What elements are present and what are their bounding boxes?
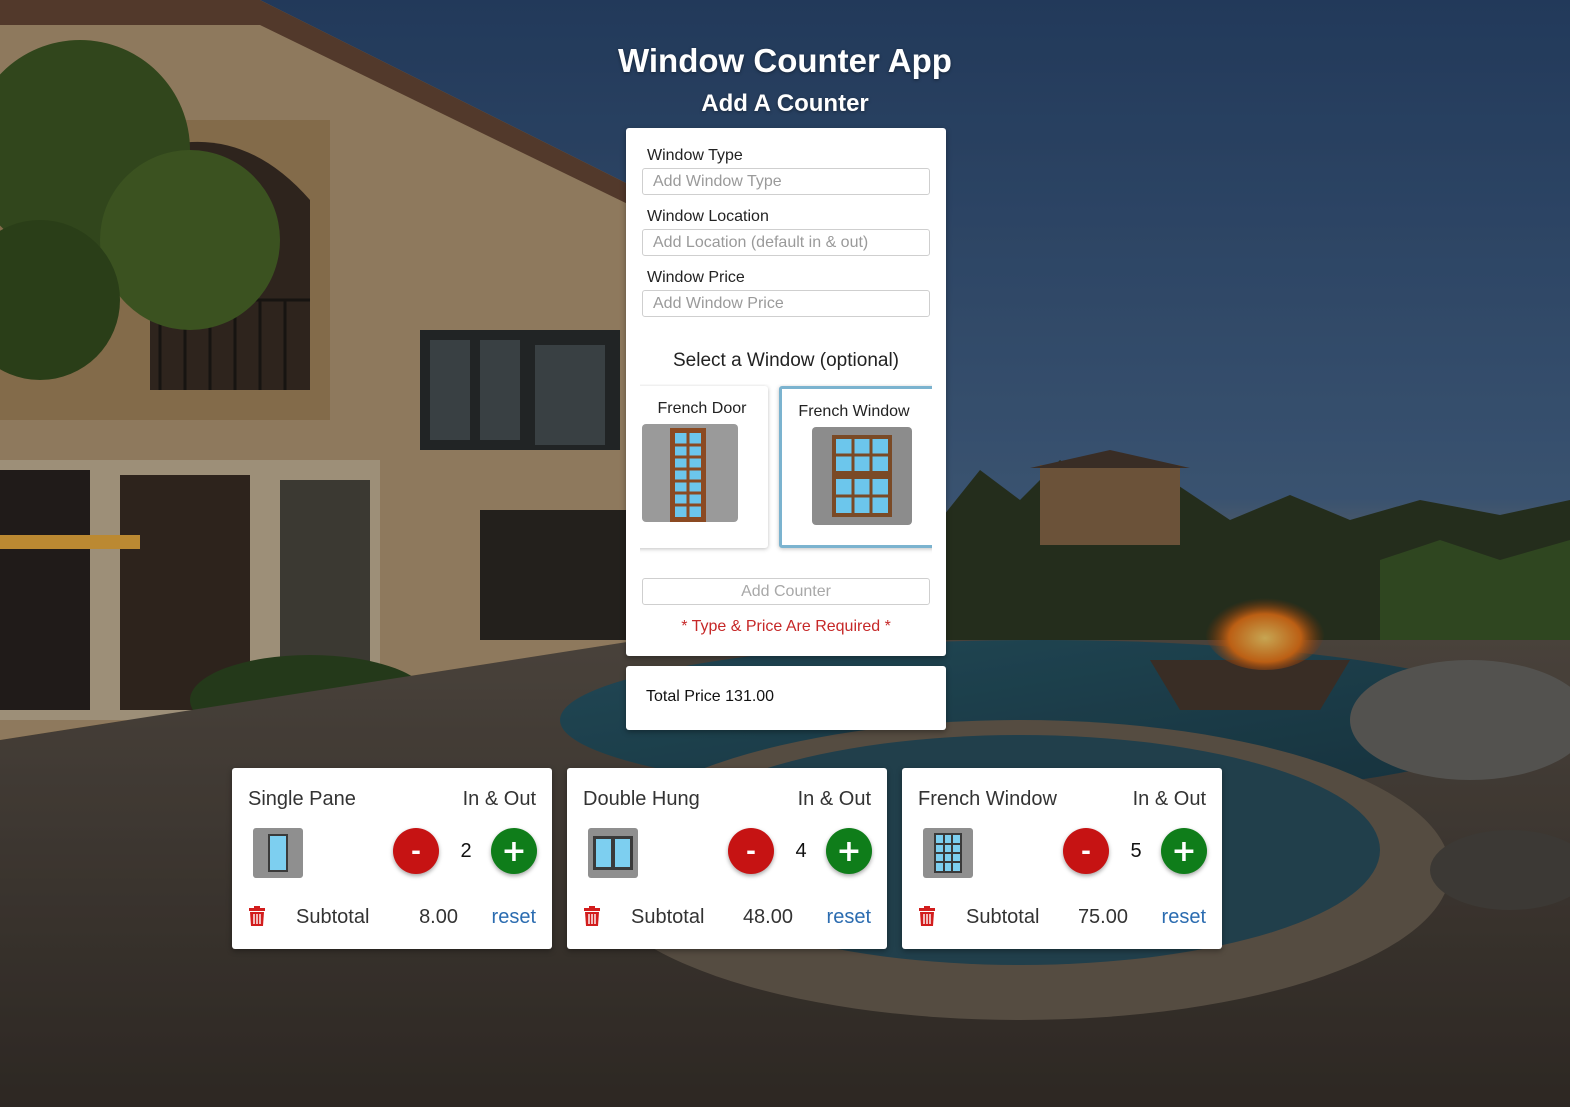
window-price-input[interactable] [642,290,930,317]
window-option-french-door[interactable]: French Door [640,386,768,548]
subtotal-label: Subtotal [631,906,705,928]
decrement-button[interactable]: - [1063,828,1109,874]
trash-icon[interactable] [248,906,266,931]
counter-type: Double Hung [583,788,700,810]
reset-link[interactable]: reset [492,906,536,929]
reset-link[interactable]: reset [1162,906,1206,929]
add-counter-form: Window Type Window Location Window Price… [626,128,946,656]
double-hung-icon [588,828,638,883]
window-location-label: Window Location [647,208,769,225]
counter-value: 4 [795,840,807,862]
single-pane-icon [253,828,303,883]
select-window-title: Select a Window (optional) [673,350,899,371]
subtotal-value: 8.00 [419,906,458,928]
french-door-icon [642,424,738,527]
window-option-french-window[interactable]: French Window [779,386,932,548]
counter-value: 5 [1130,840,1142,862]
trash-icon[interactable] [918,906,936,931]
counter-location: In & Out [1132,788,1206,810]
decrement-button[interactable]: - [728,828,774,874]
total-price: Total Price 131.00 [646,688,775,705]
counter-location: In & Out [797,788,871,810]
reset-link[interactable]: reset [827,906,871,929]
window-type-label: Window Type [647,147,743,164]
window-location-input[interactable] [642,229,930,256]
french-window-icon [812,427,912,530]
counter-card-single-pane: Single Pane In & Out - 2 + Subtotal 8.00… [232,768,552,949]
french-window-icon [923,828,973,883]
window-carousel[interactable]: French Door French Window [640,384,932,554]
counter-location: In & Out [462,788,536,810]
app-title: Window Counter App [618,42,952,79]
required-message: * Type & Price Are Required * [681,618,891,635]
counter-card-french-window: French Window In & Out - 5 + Subtotal 75… [902,768,1222,949]
subtotal-value: 75.00 [1077,906,1128,928]
increment-button[interactable]: + [826,828,872,874]
window-option-label: French Door [657,400,747,417]
counter-type: Single Pane [248,788,356,810]
subtotal-label: Subtotal [966,906,1040,928]
increment-button[interactable]: + [1161,828,1207,874]
subtotal-value: 48.00 [742,906,793,928]
counter-type: French Window [918,788,1057,810]
counter-card-double-hung: Double Hung In & Out - 4 + Subtotal 48.0… [567,768,887,949]
add-counter-button[interactable]: Add Counter [642,578,930,605]
window-price-label: Window Price [647,269,745,286]
decrement-button[interactable]: - [393,828,439,874]
total-price-card: Total Price 131.00 [626,666,946,730]
window-type-input[interactable] [642,168,930,195]
counter-value: 2 [460,840,472,862]
trash-icon[interactable] [583,906,601,931]
subtotal-label: Subtotal [296,906,370,928]
form-heading: Add A Counter [701,90,869,117]
increment-button[interactable]: + [491,828,537,874]
window-option-label: French Window [798,403,910,420]
